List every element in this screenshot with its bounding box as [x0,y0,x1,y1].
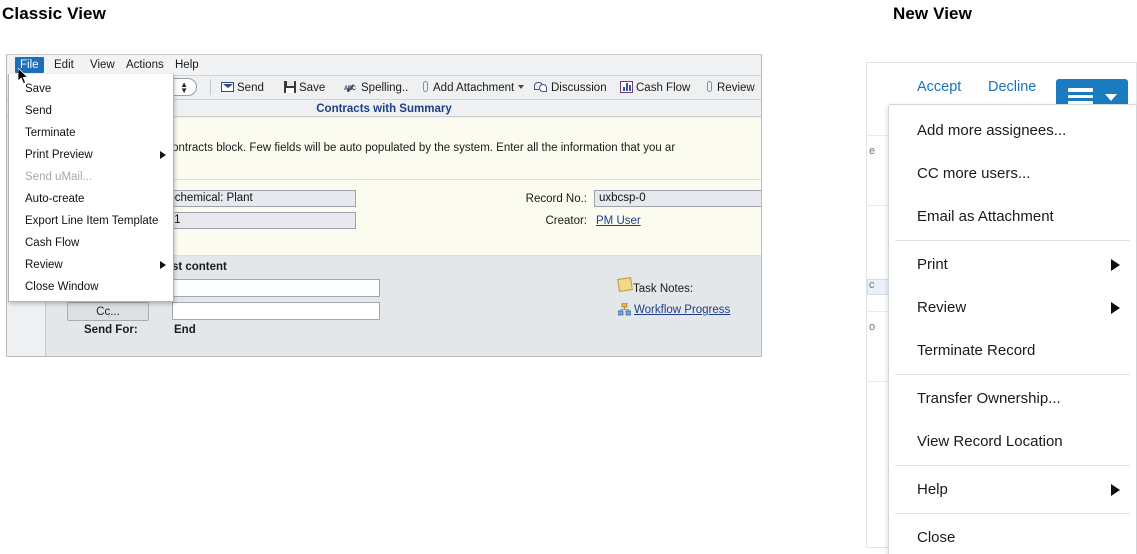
file-menu-item-save[interactable]: Save [9,78,173,100]
submenu-arrow-icon [160,261,166,269]
to-input[interactable] [172,279,380,297]
submenu-arrow-icon [1111,483,1120,496]
menu-item-transfer-ownership[interactable]: Transfer Ownership... [889,377,1136,420]
new-view-action-row: Accept Decline [866,70,1137,114]
toolbar-button-send[interactable]: Send [221,79,264,97]
note-icon [617,277,633,292]
add-attachment-caret-icon[interactable] [518,85,524,89]
send-for-label: Send For: [84,324,138,336]
workflow-icon [617,302,632,316]
menubar-item-file[interactable]: File [15,57,44,73]
paperclip-icon [705,80,714,94]
new-view-dropdown-menu: Add more assignees... CC more users... E… [888,104,1137,554]
menu-item-label: Review [917,299,967,316]
classic-view-heading: Classic View [2,4,106,23]
menu-item-add-more-assignees[interactable]: Add more assignees... [889,109,1136,152]
menu-item-label: Print [917,256,948,273]
menubar-item-actions[interactable]: Actions [121,57,169,73]
workflow-progress-link[interactable]: Workflow Progress [634,304,730,316]
cc-input[interactable] [172,302,380,320]
menubar-item-help[interactable]: Help [170,57,204,73]
creator-label: Creator: [545,215,587,227]
toolbar-button-spelling[interactable]: ABC ✓ Spelling.. [344,79,408,97]
new-view-window: e c o Accept Decline Add more assignees.… [866,56,1137,554]
menu-item-cc-more-users[interactable]: CC more users... [889,152,1136,195]
classic-menubar: File Edit View Actions Help [7,55,761,76]
menu-item-print[interactable]: Print [889,243,1136,286]
record-no-field[interactable]: uxbcsp-0 [594,190,761,207]
file-menu-item-print-preview[interactable]: Print Preview [9,144,173,166]
send-for-value: End [174,324,196,336]
creator-link[interactable]: PM User [596,213,641,229]
menu-item-close[interactable]: Close [889,516,1136,554]
menu-item-help[interactable]: Help [889,468,1136,511]
toolbar-button-save[interactable]: Save [284,79,325,97]
file-menu-item-terminate[interactable]: Terminate [9,122,173,144]
menu-item-email-as-attachment[interactable]: Email as Attachment [889,195,1136,238]
review-caret-icon[interactable] [761,85,762,89]
menu-separator [895,513,1130,514]
menu-item-view-record-location[interactable]: View Record Location [889,420,1136,463]
task-notes-label: Task Notes: [633,283,694,295]
bg-label-b: c [869,279,875,291]
menu-item-terminate-record[interactable]: Terminate Record [889,329,1136,372]
toolbar-button-add-attachment[interactable]: Add Attachment [421,79,514,97]
file-menu-item-close-window[interactable]: Close Window [9,276,173,298]
stepper-arrows-icon: ▲ ▼ [180,80,188,95]
chevron-down-icon [1105,94,1117,101]
menu-separator [895,465,1130,466]
decline-link[interactable]: Decline [988,79,1036,95]
menubar-item-view[interactable]: View [85,57,120,73]
spellcheck-icon: ABC ✓ [344,81,356,96]
file-menu-item-auto-create[interactable]: Auto-create [9,188,173,210]
accept-link[interactable]: Accept [917,79,961,95]
discussion-icon [534,81,548,93]
file-menu-label: Review [25,259,63,271]
bg-label-c: o [869,321,876,333]
bar-chart-icon [620,81,633,93]
toolbar-button-cash-flow[interactable]: Cash Flow [620,79,690,97]
file-menu-item-cash-flow[interactable]: Cash Flow [9,232,173,254]
submenu-arrow-icon [160,151,166,159]
disk-icon [284,81,296,93]
new-view-heading: New View [893,4,972,23]
submenu-arrow-icon [1111,301,1120,314]
file-menu-item-review[interactable]: Review [9,254,173,276]
menu-item-review[interactable]: Review [889,286,1136,329]
menubar-item-edit[interactable]: Edit [49,57,79,73]
envelope-icon [221,82,234,92]
hamburger-icon [1068,88,1093,105]
menu-separator [895,240,1130,241]
record-no-label: Record No.: [525,193,587,205]
file-menu-label: Print Preview [25,149,93,161]
cc-button[interactable]: Cc... [67,302,149,321]
toolbar-button-review[interactable]: Review [705,79,755,97]
menu-separator [895,374,1130,375]
submenu-arrow-icon [1111,258,1120,271]
toolbar-button-discussion[interactable]: Discussion [534,79,607,97]
toolbar-separator [210,79,211,95]
file-menu-item-export-line-item-template[interactable]: Export Line Item Template [9,210,173,232]
paperclip-icon [421,80,430,94]
bg-label-a: e [869,145,876,157]
file-menu-item-send-umail: Send uMail... [25,171,93,183]
menu-item-label: Help [917,481,948,498]
classic-file-dropdown-menu: Save Send Terminate Print Preview Send u… [8,74,174,302]
file-menu-item-send[interactable]: Send [9,100,173,122]
